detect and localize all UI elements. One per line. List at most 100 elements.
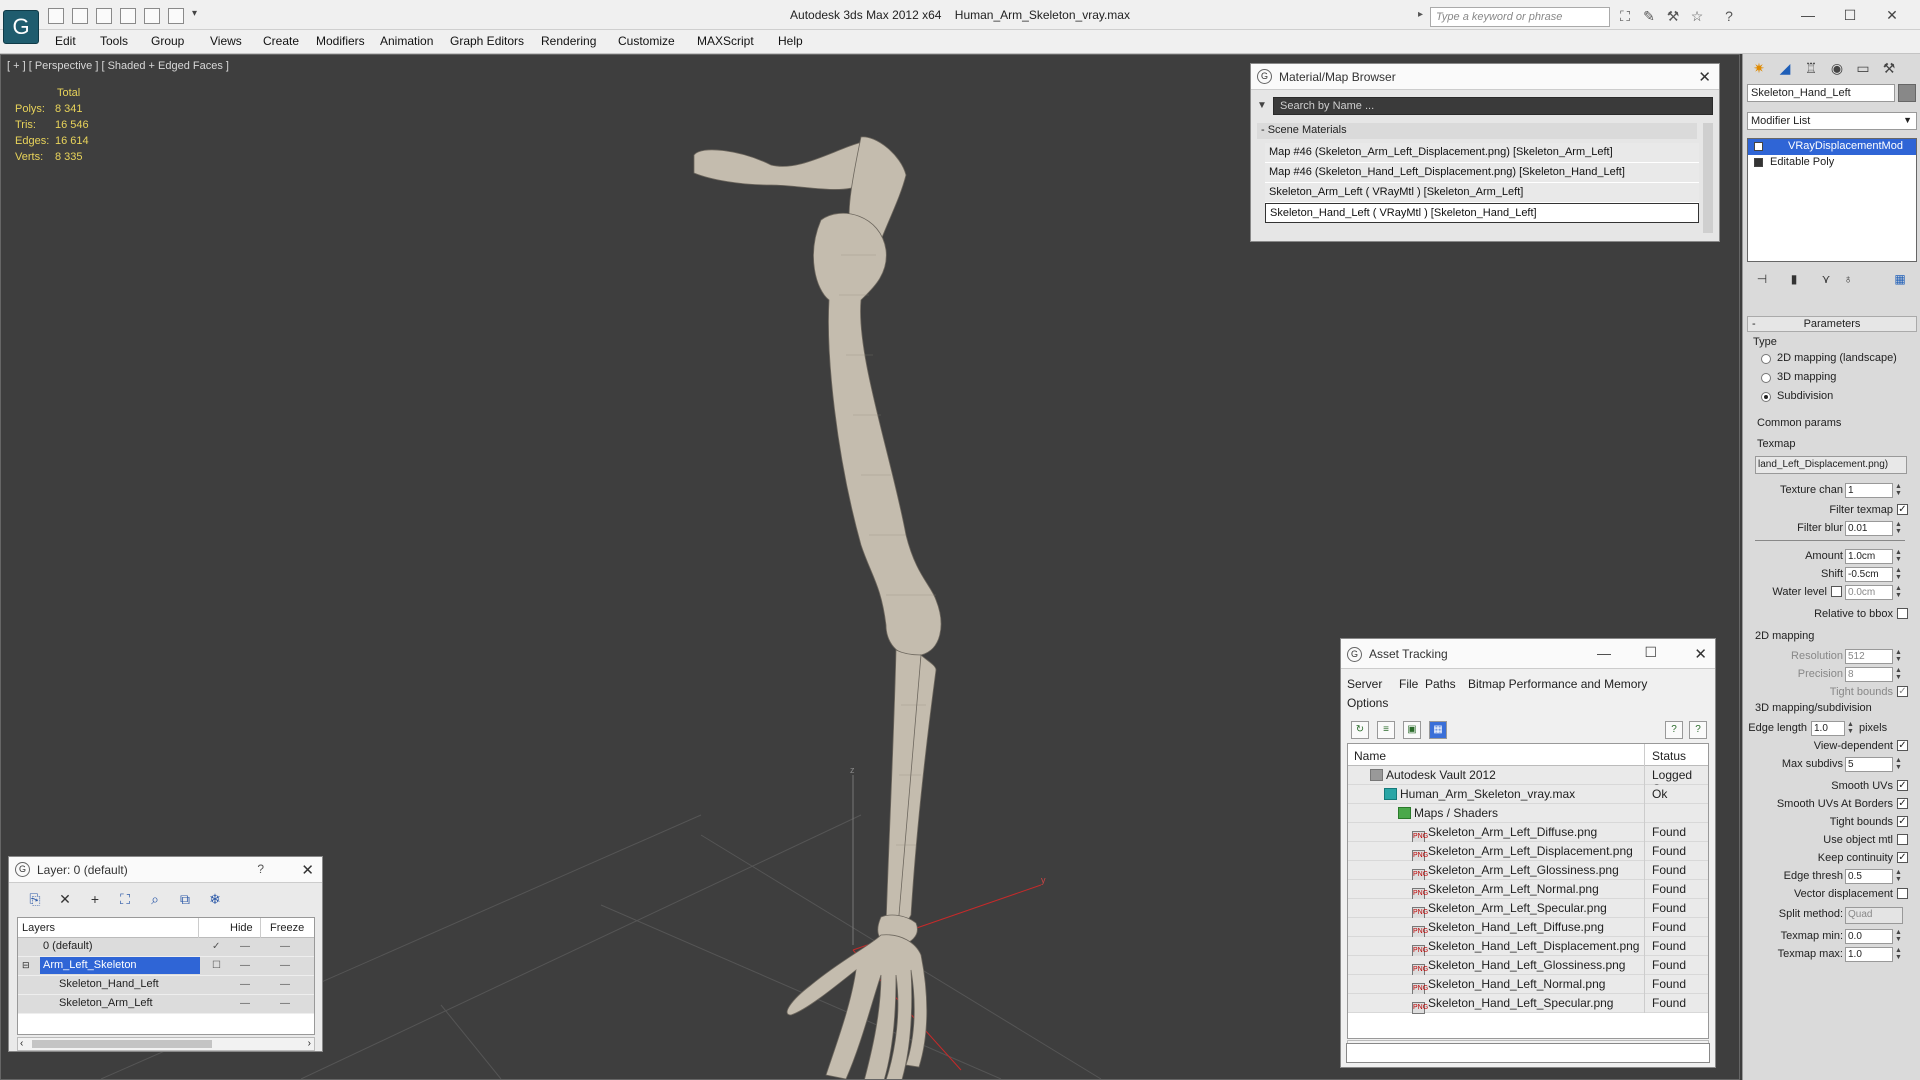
tools-icon[interactable]: ⚒	[1664, 8, 1682, 24]
radio-subdivision[interactable]	[1761, 392, 1771, 402]
spinner[interactable]: ▲ ▼	[1895, 585, 1903, 600]
communication-center-icon[interactable]: ✎	[1640, 8, 1658, 24]
menu-create[interactable]: Create	[263, 34, 299, 48]
menu-server[interactable]: Server	[1347, 677, 1382, 691]
pin-stack-icon[interactable]: ⊣	[1753, 270, 1771, 288]
menu-bitmap-performance[interactable]: Bitmap Performance and Memory	[1468, 677, 1647, 691]
precision-input[interactable]: 8	[1845, 667, 1893, 682]
active-layer-checkmark-icon[interactable]: ✓	[212, 941, 220, 952]
material-list-item[interactable]: Skeleton_Arm_Left ( VRayMtl ) [Skeleton_…	[1265, 183, 1699, 203]
menu-file[interactable]: File	[1399, 677, 1418, 691]
help-icon[interactable]: ?	[1689, 721, 1707, 739]
modifier-stack-item[interactable]: Editable Poly	[1748, 155, 1916, 171]
collapse-icon[interactable]: ⊟	[22, 960, 30, 971]
object-name[interactable]: Skeleton_Arm_Left	[56, 995, 156, 1012]
layer-name[interactable]: 0 (default)	[40, 938, 96, 955]
asset-row[interactable]: PNGSkeleton_Arm_Left_Diffuse.png Found	[1348, 823, 1708, 843]
texmap-min-input[interactable]: 0.0	[1845, 929, 1893, 944]
menu-maxscript[interactable]: MAXScript	[697, 34, 754, 48]
minimize-button[interactable]: —	[1597, 645, 1611, 661]
texmap-max-input[interactable]: 1.0	[1845, 947, 1893, 962]
spinner[interactable]: ▲ ▼	[1847, 721, 1855, 736]
highlight-layer-icon[interactable]: ⌕	[145, 889, 165, 909]
water-level-checkbox[interactable]	[1831, 586, 1842, 597]
asset-row[interactable]: Maps / Shaders	[1348, 804, 1708, 823]
filter-blur-input[interactable]: 0.01	[1845, 521, 1893, 536]
asset-row[interactable]: PNGSkeleton_Hand_Left_Specular.png Found	[1348, 994, 1708, 1014]
menu-modifiers[interactable]: Modifiers	[316, 34, 365, 48]
radio-3d-mapping[interactable]	[1761, 373, 1771, 383]
column-freeze[interactable]: Freeze	[270, 922, 304, 934]
help-icon[interactable]: ?	[1720, 8, 1738, 24]
spinner[interactable]: ▲ ▼	[1895, 483, 1903, 498]
spinner[interactable]: ▲ ▼	[1895, 947, 1903, 962]
water-level-input[interactable]: 0.0cm	[1845, 585, 1893, 600]
list-view-icon[interactable]: ≡	[1377, 721, 1395, 739]
spinner[interactable]: ▲ ▼	[1895, 929, 1903, 944]
asset-row[interactable]: PNGSkeleton_Arm_Left_Specular.png Found	[1348, 899, 1708, 919]
search-expand-icon[interactable]: ▸	[1418, 9, 1423, 20]
asset-row[interactable]: Autodesk Vault 2012Logged Out	[1348, 766, 1708, 796]
resolution-input[interactable]: 512	[1845, 649, 1893, 664]
keep-continuity-checkbox[interactable]: ✓	[1897, 852, 1908, 863]
asset-row[interactable]: PNGSkeleton_Arm_Left_Glossiness.png Found	[1348, 861, 1708, 881]
view-dependent-checkbox[interactable]: ✓	[1897, 740, 1908, 751]
layer-row[interactable]: ⊟ Arm_Left_Skeleton ☐ — —	[18, 957, 314, 976]
hide-toggle[interactable]: —	[240, 979, 250, 990]
material-search-input[interactable]: Search by Name ...	[1273, 97, 1713, 115]
refresh-icon[interactable]: ↻	[1351, 721, 1369, 739]
spinner[interactable]: ▲ ▼	[1895, 869, 1903, 884]
menu-edit[interactable]: Edit	[55, 34, 76, 48]
menu-customize[interactable]: Customize	[618, 34, 675, 48]
smooth-uvs-checkbox[interactable]: ✓	[1897, 780, 1908, 791]
texmap-button[interactable]: land_Left_Displacement.png)	[1755, 456, 1907, 474]
freeze-toggle[interactable]: —	[280, 998, 290, 1009]
layer-row[interactable]: 0 (default) ✓ — —	[18, 938, 314, 957]
select-objects-icon[interactable]: ⛶	[115, 889, 135, 909]
make-unique-icon[interactable]: ⋎	[1817, 270, 1835, 288]
spinner[interactable]: ▲ ▼	[1895, 757, 1903, 772]
object-name[interactable]: Skeleton_Hand_Left	[56, 976, 162, 993]
radio-2d-mapping[interactable]	[1761, 354, 1771, 364]
menu-graph-editors[interactable]: Graph Editors	[450, 34, 524, 48]
parameters-rollout-header[interactable]: - Parameters	[1747, 316, 1917, 332]
use-object-mtl-checkbox[interactable]	[1897, 834, 1908, 845]
layer-name[interactable]: Arm_Left_Skeleton	[40, 957, 200, 974]
asset-row[interactable]: PNGSkeleton_Hand_Left_Displacement.png Fo…	[1348, 937, 1708, 957]
amount-input[interactable]: 1.0cm	[1845, 549, 1893, 564]
create-tab-icon[interactable]: ✷	[1749, 58, 1769, 78]
scrollbar-thumb[interactable]	[32, 1040, 212, 1048]
hide-toggle[interactable]: —	[240, 960, 250, 971]
material-list-item[interactable]: Map #46 (Skeleton_Arm_Left_Displacement.…	[1265, 143, 1699, 163]
close-icon[interactable]: ✕	[1694, 645, 1707, 663]
close-button[interactable]: ✕	[1872, 4, 1912, 26]
modifier-stack-item[interactable]: VRayDisplacementMod	[1748, 139, 1916, 155]
minimize-button[interactable]: —	[1788, 4, 1828, 26]
max-subdivs-input[interactable]: 5	[1845, 757, 1893, 772]
column-status[interactable]: Status	[1652, 749, 1686, 763]
utilities-tab-icon[interactable]: ⚒	[1879, 58, 1899, 78]
column-name[interactable]: Name	[1354, 749, 1386, 763]
menu-group[interactable]: Group	[151, 34, 184, 48]
spinner[interactable]: ▲ ▼	[1895, 667, 1903, 682]
spinner[interactable]: ▲ ▼	[1895, 549, 1903, 564]
scroll-left-icon[interactable]: ‹	[20, 1038, 23, 1049]
relative-bbox-checkbox[interactable]	[1897, 608, 1908, 619]
maximize-button[interactable]: ☐	[1830, 4, 1870, 26]
layer-row[interactable]: Skeleton_Arm_Left — —	[18, 995, 314, 1014]
menu-help[interactable]: Help	[778, 34, 803, 48]
hierarchy-tab-icon[interactable]: ♖	[1801, 58, 1821, 78]
freeze-toggle[interactable]: —	[280, 979, 290, 990]
show-end-result-icon[interactable]: ▮	[1785, 270, 1803, 288]
material-list-scrollbar[interactable]	[1703, 123, 1713, 233]
create-layer-icon[interactable]: ⎘	[25, 889, 45, 909]
spinner[interactable]: ▲ ▼	[1895, 521, 1903, 536]
texture-chan-input[interactable]: 1	[1845, 483, 1893, 498]
object-name-field[interactable]: Skeleton_Hand_Left	[1747, 84, 1895, 102]
asset-row[interactable]: PNGSkeleton_Arm_Left_Normal.png Found	[1348, 880, 1708, 900]
layer-horizontal-scrollbar[interactable]: ‹ ›	[17, 1037, 315, 1051]
active-layer-toggle[interactable]: ☐	[212, 960, 221, 971]
display-tab-icon[interactable]: ▭	[1853, 58, 1873, 78]
edge-length-input[interactable]: 1.0	[1811, 721, 1845, 736]
menu-animation[interactable]: Animation	[380, 34, 433, 48]
